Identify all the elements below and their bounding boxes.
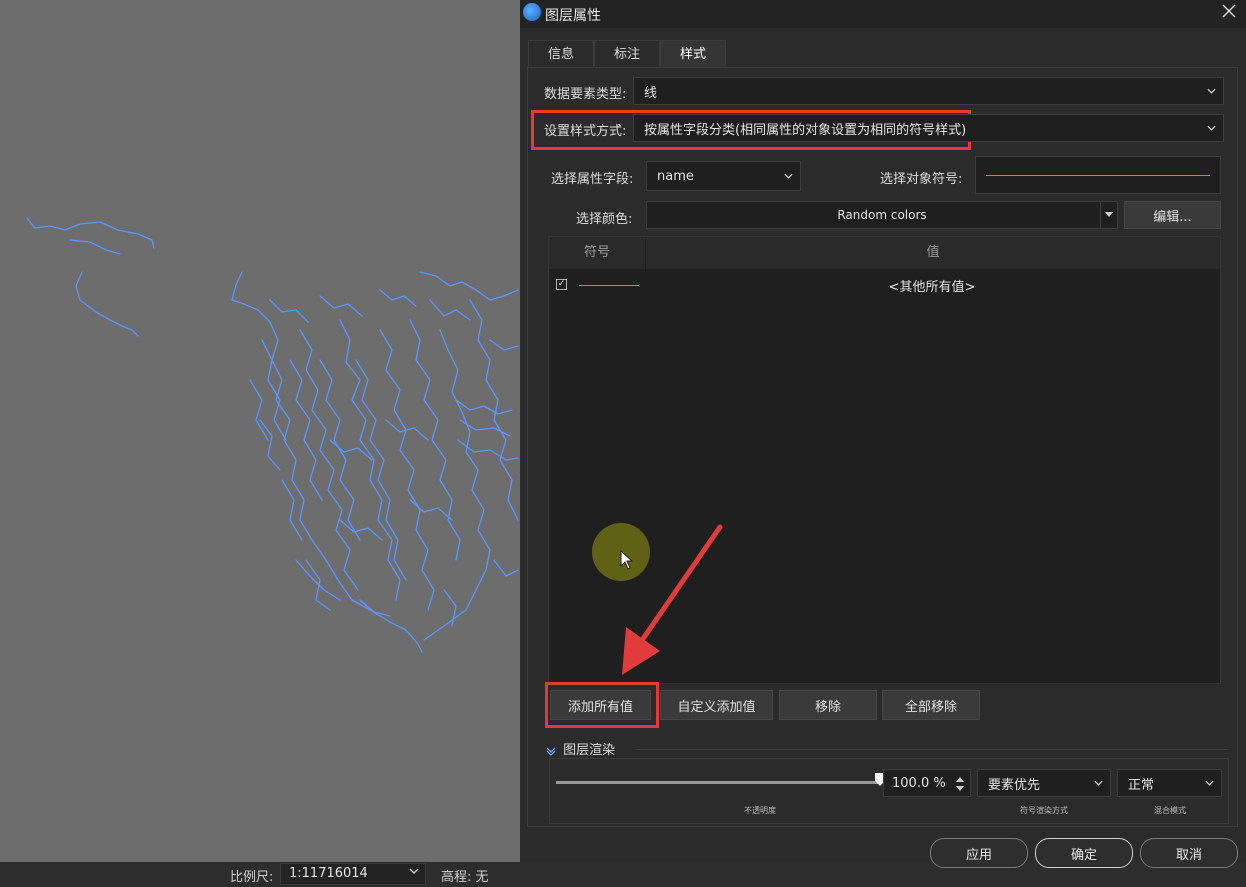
blend-caption: 混合模式 (1154, 806, 1186, 815)
chevron-down-icon (1094, 780, 1103, 786)
section-divider (636, 749, 1228, 750)
dialog-titlebar[interactable]: 图层属性 (520, 0, 1246, 28)
render-options: 不透明度 100.0 % 要素优先 符号渲染方式 正常 混合模式 (549, 758, 1229, 824)
color-ramp-dropdown[interactable] (1100, 202, 1117, 228)
dialog-title: 图层属性 (545, 8, 601, 24)
chevron-down-icon (1207, 88, 1216, 94)
style-method-select[interactable]: 按属性字段分类(相同属性的对象设置为相同的符号样式) (633, 114, 1224, 142)
scale-select[interactable]: 1:11716014 (280, 863, 426, 885)
layer-render-section[interactable]: 图层渲染 (546, 739, 615, 758)
color-label: 选择颜色: (576, 212, 633, 227)
opacity-slider-track[interactable] (556, 781, 880, 784)
symbol-order-value: 要素优先 (988, 777, 1041, 793)
style-tab-panel: 数据要素类型: 线 设置样式方式: 按属性字段分类(相同属性的对象设置为相同的符… (527, 67, 1238, 827)
color-ramp-select[interactable]: Random colors (646, 201, 1118, 229)
remove-all-button[interactable]: 全部移除 (882, 690, 980, 720)
opacity-caption: 不透明度 (744, 806, 776, 815)
symbol-order-caption: 符号渲染方式 (1020, 806, 1068, 815)
custom-add-value-button[interactable]: 自定义添加值 (660, 690, 773, 720)
row-value: <其他所有值> (888, 280, 976, 295)
style-method-value: 按属性字段分类(相同属性的对象设置为相同的符号样式) (644, 122, 967, 138)
map-canvas[interactable] (0, 0, 520, 862)
chevron-down-icon (409, 865, 419, 879)
scale-value: 1:11716014 (289, 866, 368, 881)
symbol-picker[interactable] (975, 156, 1221, 194)
table-row[interactable]: ✓ <其他所有值> (549, 271, 1220, 297)
col-header-value[interactable]: 值 (646, 237, 1220, 269)
tab-info[interactable]: 信息 (528, 40, 594, 68)
symbol-preview-line (986, 175, 1210, 176)
attr-field-label: 选择属性字段: (551, 172, 634, 187)
cancel-button[interactable]: 取消 (1140, 838, 1238, 868)
blend-value: 正常 (1128, 777, 1155, 793)
feature-type-select[interactable]: 线 (633, 77, 1224, 105)
symbol-render-order-select[interactable]: 要素优先 (977, 769, 1111, 797)
tab-style[interactable]: 样式 (660, 40, 726, 68)
opacity-slider-fill (556, 781, 880, 784)
app-logo-icon (523, 3, 541, 21)
row-symbol-line[interactable] (579, 285, 639, 286)
symbol-label: 选择对象符号: (880, 172, 963, 187)
attr-field-select[interactable]: name (646, 161, 801, 191)
close-icon (1222, 4, 1236, 18)
style-method-label: 设置样式方式: (544, 124, 627, 139)
river-network (26, 217, 519, 653)
remove-button[interactable]: 移除 (779, 690, 877, 720)
chevron-down-icon (784, 173, 793, 179)
opacity-spinbox[interactable]: 100.0 % (883, 769, 971, 797)
feature-type-value: 线 (644, 85, 658, 101)
close-button[interactable] (1218, 2, 1240, 24)
col-header-symbol[interactable]: 符号 (549, 237, 646, 269)
elevation-readout: 高程: 无 (441, 870, 489, 885)
color-ramp-value: Random colors (837, 208, 927, 222)
tab-label[interactable]: 标注 (594, 40, 660, 68)
chevron-down-icon (1205, 780, 1214, 786)
chevron-down-icon (1207, 125, 1216, 131)
feature-type-label: 数据要素类型: (544, 87, 627, 102)
opacity-value: 100.0 % (892, 775, 946, 791)
red-arrow-annotation (622, 524, 723, 675)
collapse-chevron-icon (546, 747, 556, 756)
attr-field-value: name (657, 168, 694, 184)
section-title: 图层渲染 (563, 743, 616, 758)
apply-button[interactable]: 应用 (930, 838, 1028, 868)
layer-properties-dialog: 图层属性 信息 标注 样式 数据要素类型: 线 设置样式方式: 按属性字段分类(… (520, 0, 1246, 868)
scale-label: 比例尺: (230, 870, 274, 885)
edit-colors-button[interactable]: 编辑... (1124, 201, 1221, 229)
row-checkbox[interactable]: ✓ (556, 279, 567, 290)
caret-down-icon (1105, 212, 1113, 217)
spin-arrows-icon[interactable] (956, 776, 964, 792)
blend-mode-select[interactable]: 正常 (1117, 769, 1222, 797)
add-all-values-button[interactable]: 添加所有值 (550, 690, 651, 720)
ok-button[interactable]: 确定 (1035, 838, 1133, 868)
